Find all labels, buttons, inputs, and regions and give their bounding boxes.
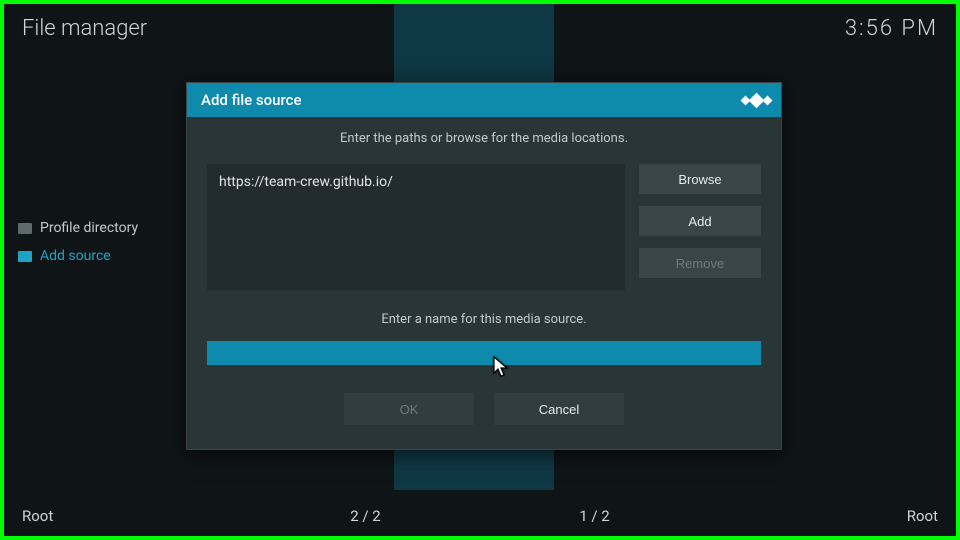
dialog-titlebar: Add file source xyxy=(187,83,781,117)
header: File manager 3:56 PM xyxy=(22,16,938,41)
footer: Root 2 / 2 1 / 2 Root xyxy=(4,496,956,536)
sidebar-item-label: Profile directory xyxy=(40,220,138,236)
folder-icon xyxy=(18,251,32,262)
name-instruction: Enter a name for this media source. xyxy=(207,312,761,327)
sidebar-item-add-source[interactable]: Add source xyxy=(14,242,179,270)
source-name-input[interactable] xyxy=(207,341,761,365)
folder-icon xyxy=(18,223,32,234)
cancel-button[interactable]: Cancel xyxy=(494,393,624,425)
paths-instruction: Enter the paths or browse for the media … xyxy=(207,131,761,146)
footer-right-label: Root xyxy=(709,507,938,525)
page-title: File manager xyxy=(22,16,147,41)
clock: 3:56 PM xyxy=(845,16,938,41)
remove-button[interactable]: Remove xyxy=(639,248,761,278)
dialog-title: Add file source xyxy=(201,91,302,109)
footer-left-label: Root xyxy=(22,507,251,525)
path-entry[interactable]: https://team-crew.github.io/ xyxy=(219,174,613,190)
sidebar: Profile directory Add source xyxy=(14,214,179,270)
sidebar-item-profile-directory[interactable]: Profile directory xyxy=(14,214,179,242)
kodi-logo-icon xyxy=(742,97,771,104)
ok-button[interactable]: OK xyxy=(344,393,474,425)
add-file-source-dialog: Add file source Enter the paths or brows… xyxy=(186,82,782,450)
paths-list[interactable]: https://team-crew.github.io/ xyxy=(207,164,625,290)
add-button[interactable]: Add xyxy=(639,206,761,236)
browse-button[interactable]: Browse xyxy=(639,164,761,194)
footer-left-counter: 2 / 2 xyxy=(251,507,480,525)
sidebar-item-label: Add source xyxy=(40,248,111,264)
footer-right-counter: 1 / 2 xyxy=(480,507,709,525)
